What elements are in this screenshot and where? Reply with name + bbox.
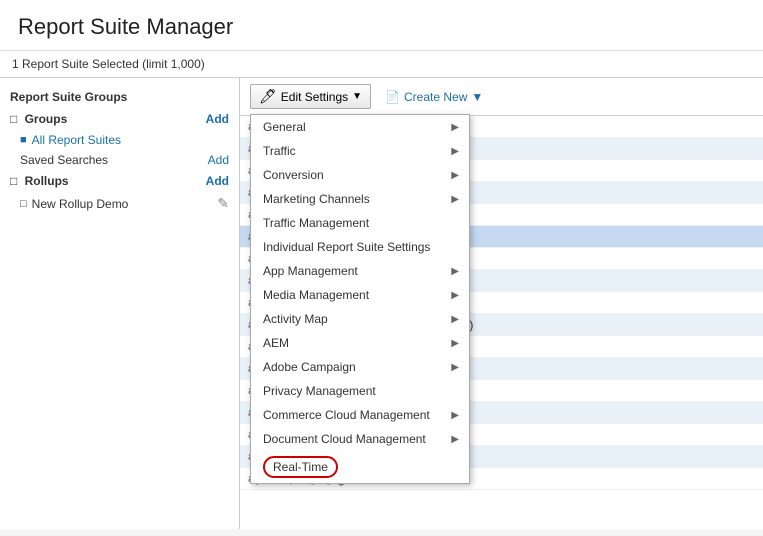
create-new-button[interactable]: 📄 Create New ▼	[379, 87, 489, 107]
rollup-checkbox-icon: □	[20, 198, 27, 210]
submenu-arrow-icon: ▶	[451, 122, 459, 133]
dropdown-item-label: Commerce Cloud Management	[263, 408, 430, 422]
selection-count: 1 Report Suite Selected (limit 1,000)	[12, 57, 205, 71]
edit-settings-dropdown: General▶Traffic▶Conversion▶Marketing Cha…	[250, 114, 470, 484]
submenu-arrow-icon: ▶	[451, 170, 459, 181]
create-new-label: Create New	[404, 90, 467, 104]
edit-settings-button[interactable]: 🖊 Edit Settings ▼	[250, 84, 371, 109]
dropdown-item-adobe-campaign[interactable]: Adobe Campaign ▶	[251, 355, 469, 379]
submenu-arrow-icon: ▶	[451, 362, 459, 373]
rollup-edit-icon[interactable]: ✎	[217, 195, 229, 212]
dropdown-item-label: Privacy Management	[263, 384, 376, 398]
dropdown-item-label: General	[263, 120, 306, 134]
edit-settings-label: Edit Settings	[281, 90, 348, 104]
selection-bar: 1 Report Suite Selected (limit 1,000)	[0, 51, 763, 78]
dropdown-item-individual-report-suite-settings[interactable]: Individual Report Suite Settings	[251, 235, 469, 259]
submenu-arrow-icon: ▶	[451, 146, 459, 157]
sidebar-rollups-section[interactable]: □ Rollups Add	[0, 170, 239, 192]
sidebar-item-all-report-suites[interactable]: ■ All Report Suites	[0, 130, 239, 150]
real-time-label: Real-Time	[263, 456, 338, 478]
create-new-icon: 📄	[385, 90, 400, 104]
saved-searches-add-link[interactable]: Add	[208, 153, 229, 167]
sidebar-saved-searches[interactable]: Saved Searches Add	[0, 150, 239, 170]
edit-settings-icon: 🖊	[259, 88, 277, 105]
page-header: Report Suite Manager	[0, 0, 763, 51]
dropdown-item-label: App Management	[263, 264, 358, 278]
submenu-arrow-icon: ▶	[451, 290, 459, 301]
rollups-label: □ Rollups	[10, 174, 69, 188]
rollups-add-link[interactable]: Add	[206, 174, 229, 188]
groups-expand-icon: □	[10, 112, 17, 126]
main-area: Report Suite Groups □ Groups Add ■ All R…	[0, 78, 763, 529]
submenu-arrow-icon: ▶	[451, 410, 459, 421]
dropdown-item-label: Media Management	[263, 288, 369, 302]
dropdown-menu: General▶Traffic▶Conversion▶Marketing Cha…	[250, 114, 470, 484]
sidebar-item-new-rollup-demo[interactable]: □ New Rollup Demo ✎	[0, 192, 239, 215]
new-rollup-demo-label: New Rollup Demo	[32, 197, 129, 211]
submenu-arrow-icon: ▶	[451, 266, 459, 277]
dropdown-item-commerce-cloud-management[interactable]: Commerce Cloud Management ▶	[251, 403, 469, 427]
submenu-arrow-icon: ▶	[451, 338, 459, 349]
all-report-suites-label: All Report Suites	[32, 133, 121, 147]
create-new-arrow-icon: ▼	[471, 90, 483, 104]
dropdown-item-app-management[interactable]: App Management ▶	[251, 259, 469, 283]
content-area: 🖊 Edit Settings ▼ 📄 Create New ▼ ageteag…	[240, 78, 763, 529]
groups-label: □ Groups	[10, 112, 67, 126]
saved-searches-label: Saved Searches	[20, 153, 108, 167]
report-suite-icon: ■	[20, 134, 27, 146]
edit-settings-arrow-icon: ▼	[352, 91, 362, 102]
dropdown-item-document-cloud-management[interactable]: Document Cloud Management ▶	[251, 427, 469, 451]
dropdown-item-label: Document Cloud Management	[263, 432, 426, 446]
dropdown-item-aem[interactable]: AEM ▶	[251, 331, 469, 355]
dropdown-item-traffic-management[interactable]: Traffic Management	[251, 211, 469, 235]
submenu-arrow-icon: ▶	[451, 434, 459, 445]
dropdown-item-activity-map[interactable]: Activity Map ▶	[251, 307, 469, 331]
submenu-arrow-icon: ▶	[451, 314, 459, 325]
dropdown-item-general[interactable]: General ▶	[251, 115, 469, 139]
dropdown-item-label: Individual Report Suite Settings	[263, 240, 430, 254]
dropdown-item-traffic[interactable]: Traffic ▶	[251, 139, 469, 163]
page-title: Report Suite Manager	[18, 14, 745, 40]
sidebar: Report Suite Groups □ Groups Add ■ All R…	[0, 78, 240, 529]
sidebar-groups-section[interactable]: □ Groups Add	[0, 108, 239, 130]
sidebar-groups-label: Report Suite Groups	[10, 90, 127, 104]
dropdown-item-label: Activity Map	[263, 312, 328, 326]
sidebar-groups-header: Report Suite Groups	[0, 86, 239, 108]
dropdown-item-media-management[interactable]: Media Management ▶	[251, 283, 469, 307]
dropdown-item-privacy-management[interactable]: Privacy Management	[251, 379, 469, 403]
dropdown-item-label: AEM	[263, 336, 289, 350]
dropdown-item-label: Marketing Channels	[263, 192, 370, 206]
dropdown-item-conversion[interactable]: Conversion ▶	[251, 163, 469, 187]
toolbar: 🖊 Edit Settings ▼ 📄 Create New ▼	[240, 78, 763, 116]
dropdown-item-real-time[interactable]: Real-Time	[251, 451, 469, 483]
page-wrapper: Report Suite Manager 1 Report Suite Sele…	[0, 0, 763, 529]
dropdown-item-marketing-channels[interactable]: Marketing Channels ▶	[251, 187, 469, 211]
dropdown-item-label: Adobe Campaign	[263, 360, 356, 374]
rollups-expand-icon: □	[10, 174, 17, 188]
groups-add-link[interactable]: Add	[206, 112, 229, 126]
dropdown-item-label: Traffic Management	[263, 216, 369, 230]
submenu-arrow-icon: ▶	[451, 194, 459, 205]
dropdown-item-label: Conversion	[263, 168, 324, 182]
dropdown-item-label: Traffic	[263, 144, 296, 158]
